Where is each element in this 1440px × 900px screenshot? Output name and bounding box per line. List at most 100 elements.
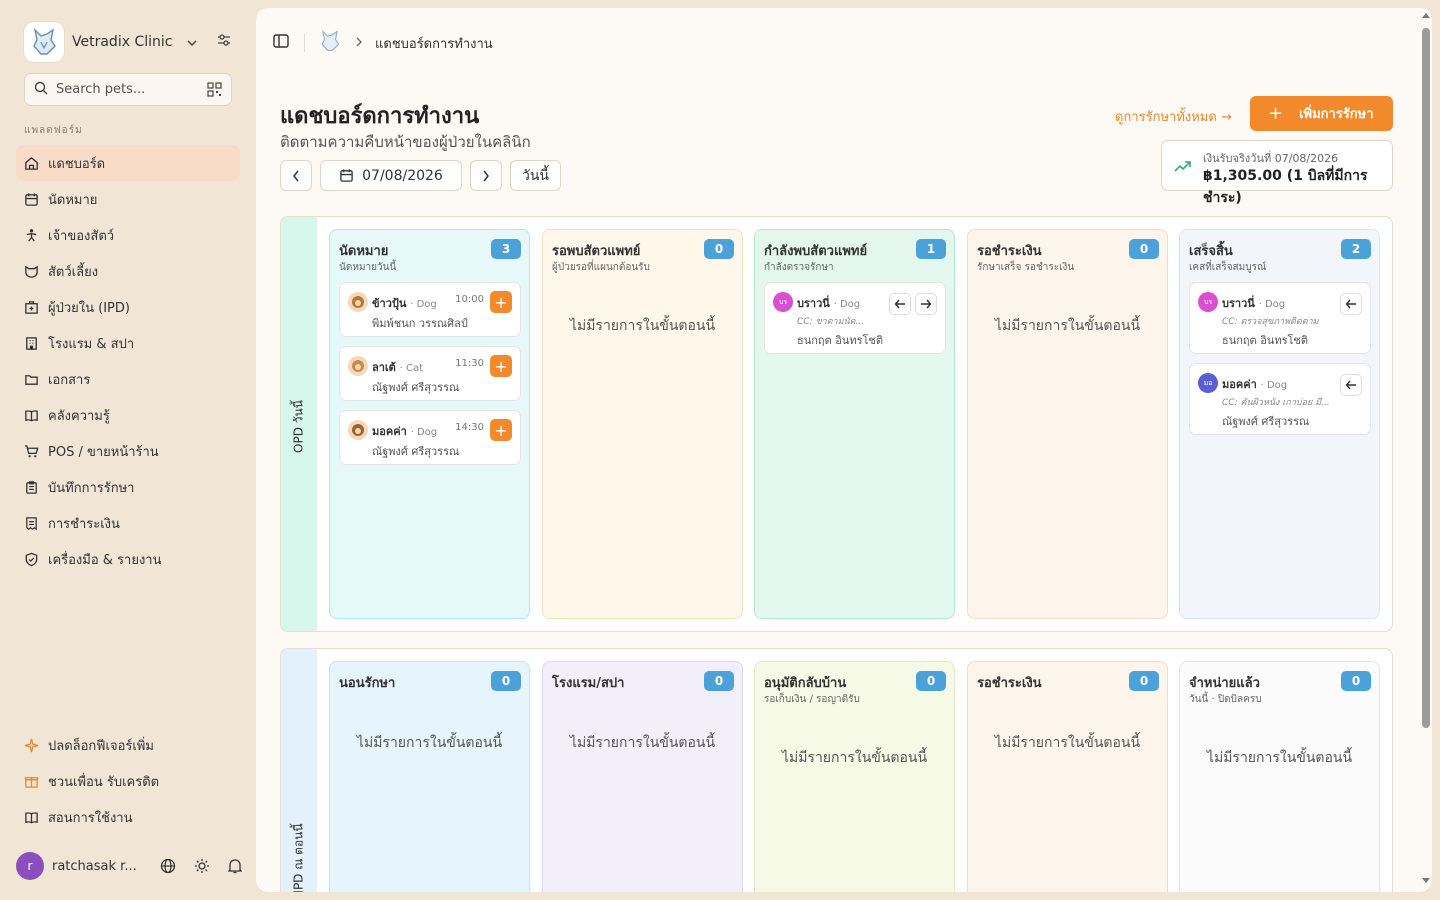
sidebar-item-label: เอกสาร [48,372,91,388]
sidebar-item-label: สอนการใช้งาน [48,810,133,826]
sidebar-item-pets[interactable]: สัตว์เลี้ยง [16,253,240,289]
owner-name: ธนกฤต อินทรโชติ [797,334,883,347]
patient-card[interactable]: บร บราวนี่ · Dog CC: ขาตามนัด... ธนกฤต อ… [764,282,946,354]
column-subtitle: กำลังตรวจรักษา [764,262,834,273]
sidebar-item-label: ปลดล็อกฟีเจอร์เพิ่ม [48,738,154,754]
appointment-time: 10:00 [455,294,484,305]
shield-icon [25,552,38,566]
search-icon [34,80,48,99]
next-day-button[interactable] [470,160,502,191]
chevron-down-icon[interactable] [186,34,198,53]
column-subtitle: รอเก็บเงิน / รอญาติรับ [764,694,860,705]
clipboard-icon [26,480,37,494]
column-title: รอชำระเงิน [977,676,1042,691]
column-count-badge: 0 [1129,671,1159,691]
pet-avatar [348,356,368,376]
sidebar-item-label: โรงแรม & สปา [48,336,135,352]
column-subtitle: รักษาเสร็จ รอชำระเงิน [977,262,1075,273]
chief-complaint: CC: ขาตามนัด... [797,317,865,327]
today-button[interactable]: วันนี้ [510,160,561,191]
sidebar-item-owners[interactable]: เจ้าของสัตว์ [16,217,240,253]
column-count-badge: 0 [491,671,521,691]
column-count-badge: 0 [1129,239,1159,259]
opd-column-with-vet: กำลังพบสัตวแพทย์ กำลังตรวจรักษา 1 บร บรา… [754,229,955,619]
sun-icon[interactable] [194,858,210,878]
move-back-button[interactable] [1340,293,1362,315]
ipd-label: IPD ณ ตอนนี้ [291,823,306,892]
patient-card[interactable]: มอคค่า · Dog 14:30 + ณัฐพงศ์ ศรีสุวรรณ [339,410,521,465]
clinic-switcher[interactable]: Vetradix Clinic [24,22,230,62]
patient-card[interactable]: ข้าวปุ้น · Dog 10:00 + พิมพ์ชนก วรรณศิลป… [339,282,521,337]
prev-day-button[interactable] [280,160,312,191]
ipd-board: IPD ณ ตอนนี้ นอนรักษา 0 ไม่มีรายการในขั้… [280,648,1393,892]
move-back-button[interactable] [1340,374,1362,396]
column-title: อนุมัติกลับบ้าน [764,676,847,691]
divider [304,34,305,52]
clinic-name: Vetradix Clinic [72,34,173,50]
move-forward-button[interactable] [915,293,937,315]
opd-column-completed: เสร็จสิ้น เคสที่เสร็จสมบูรณ์ 2 บร บราวนี… [1179,229,1380,619]
sidebar-toggle-icon[interactable] [272,32,290,54]
appointment-time: 14:30 [455,422,484,433]
sidebar-item-ipd[interactable]: ผู้ป่วยใน (IPD) [16,289,240,325]
pet-search-input[interactable]: Search pets... [24,73,232,106]
empty-state: ไม่มีรายการในขั้นตอนนี้ [781,750,928,766]
add-treatment-label: เพิ่มการรักษา [1299,107,1374,122]
hotel-icon [26,336,37,350]
empty-state: ไม่มีรายการในขั้นตอนนี้ [569,318,716,334]
view-all-treatments-link[interactable]: ดูการรักษาทั้งหมด → [1115,106,1232,127]
ipd-column-hotel-spa: โรงแรม/สปา 0 ไม่มีรายการในขั้นตอนนี้ [542,661,743,892]
pet-icon [25,265,38,278]
sidebar-item-documents[interactable]: เอกสาร [16,361,240,397]
hospital-icon [25,300,38,314]
start-visit-button[interactable]: + [490,355,512,377]
sidebar-item-tools-reports[interactable]: เครื่องมือ & รายงาน [16,541,240,577]
pet-name: มอคค่า · Dog [1222,378,1288,391]
sidebar-item-label: เจ้าของสัตว์ [48,228,115,244]
sidebar-item-hotel-spa[interactable]: โรงแรม & สปา [16,325,240,361]
sidebar-item-tutorial[interactable]: สอนการใช้งาน [16,799,240,835]
scrollbar-thumb[interactable] [1422,28,1430,728]
globe-icon[interactable] [160,858,176,878]
patient-card[interactable]: มอ มอคค่า · Dog CC: คันผิวหนัง เกาบ่อย ม… [1189,363,1371,435]
column-title: นอนรักษา [339,676,396,691]
user-name: ratchasak r... [52,858,137,874]
sidebar: Vetradix Clinic Search pets... แพลตฟอร์ม… [0,0,256,900]
page-scrollbar[interactable] [1420,8,1432,892]
sidebar-item-treatment-records[interactable]: บันทึกการรักษา [16,469,240,505]
sidebar-item-dashboard[interactable]: แดชบอร์ด [16,145,240,181]
column-count-badge: 2 [1341,239,1371,259]
move-back-button[interactable] [889,293,911,315]
column-title: เสร็จสิ้น [1189,244,1233,259]
patient-card[interactable]: บร บราวนี่ · Dog CC: ตรวจสุขภาพติดตาม ธน… [1189,282,1371,354]
sidebar-item-pos[interactable]: POS / ขายหน้าร้าน [16,433,240,469]
start-visit-button[interactable]: + [490,419,512,441]
sidebar-item-knowledge[interactable]: คลังความรู้ [16,397,240,433]
sidebar-item-unlock-features[interactable]: ปลดล็อกฟีเจอร์เพิ่ม [16,727,240,763]
column-subtitle: ผู้ป่วยรอที่แผนกต้อนรับ [552,262,650,273]
sidebar-item-label: แดชบอร์ด [48,156,106,172]
sidebar-item-label: POS / ขายหน้าร้าน [48,444,159,460]
clinic-logo-icon[interactable] [319,29,341,56]
sidebar-item-invite-friends[interactable]: ชวนเพื่อน รับเครดิต [16,763,240,799]
pet-name: บราวนี่ · Dog [797,297,861,310]
ipd-side-label: IPD ณ ตอนนี้ [281,649,317,892]
bell-icon[interactable] [227,858,243,878]
column-title: รอพบสัตวแพทย์ [552,244,641,259]
date-picker-button[interactable]: 07/08/2026 [320,160,462,191]
sidebar-item-payments[interactable]: การชำระเงิน [16,505,240,541]
qr-code-icon[interactable] [207,82,222,101]
add-treatment-button[interactable]: + เพิ่มการรักษา [1250,96,1393,131]
chief-complaint: CC: คันผิวหนัง เกาบ่อย มี... [1222,398,1330,408]
start-visit-button[interactable]: + [490,291,512,313]
patient-card[interactable]: ลาเต้ · Cat 11:30 + ณัฐพงศ์ ศรีสุวรรณ [339,346,521,401]
pet-initials-avatar: บร [773,292,793,312]
column-count-badge: 3 [491,239,521,259]
pet-name: บราวนี่ · Dog [1222,297,1286,310]
pet-name: ข้าวปุ้น · Dog [372,297,437,310]
sparkle-icon [24,738,39,752]
user-menu[interactable]: r ratchasak r... [16,852,244,880]
settings-sliders-icon[interactable] [216,32,232,52]
sidebar-item-appointments[interactable]: นัดหมาย [16,181,240,217]
owner-name: ธนกฤต อินทรโชติ [1222,334,1308,347]
